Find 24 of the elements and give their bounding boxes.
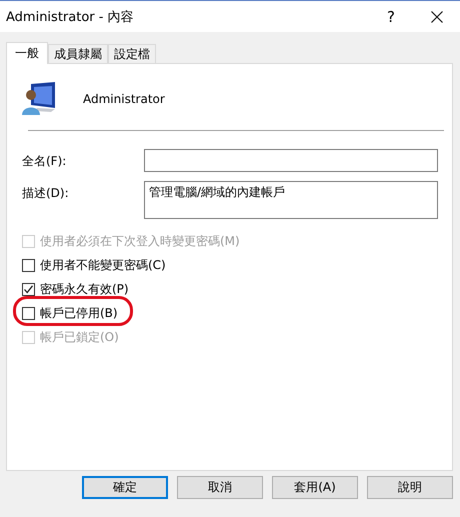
checkbox-label: 帳戶已鎖定(O) (40, 329, 119, 346)
field-label: 描述(D): (22, 185, 70, 202)
tab[interactable]: 設定檔 (108, 44, 156, 63)
checkbox-label: 使用者必須在下次登入時變更密碼(M) (40, 233, 240, 250)
checkbox[interactable] (22, 307, 35, 320)
dialog-button[interactable]: 套用(A) (272, 476, 358, 499)
input-field[interactable] (144, 149, 438, 172)
close-icon[interactable] (431, 10, 443, 22)
help-button[interactable]: ? (368, 1, 414, 32)
dialog-button[interactable]: 確定 (82, 476, 168, 499)
input-field[interactable]: 管理電腦/網域的內建帳戶 (144, 181, 438, 219)
checkbox[interactable] (22, 283, 35, 296)
dialog-button[interactable]: 取消 (177, 476, 263, 499)
checkbox[interactable] (22, 259, 35, 272)
checkbox-label: 密碼永久有效(P) (40, 281, 129, 298)
dialog-button[interactable]: 說明 (367, 476, 453, 499)
user-computer-icon (21, 81, 57, 117)
field-label: 全名(F): (22, 153, 68, 170)
tab[interactable]: 成員隸屬 (48, 44, 108, 63)
checkbox-label: 帳戶已停用(B) (40, 305, 118, 322)
account-name: Administrator (83, 92, 165, 106)
window-title: Administrator - 內容 (6, 8, 134, 26)
checkbox-label: 使用者不能變更密碼(C) (40, 257, 166, 274)
tab[interactable]: 一般 (6, 42, 48, 64)
